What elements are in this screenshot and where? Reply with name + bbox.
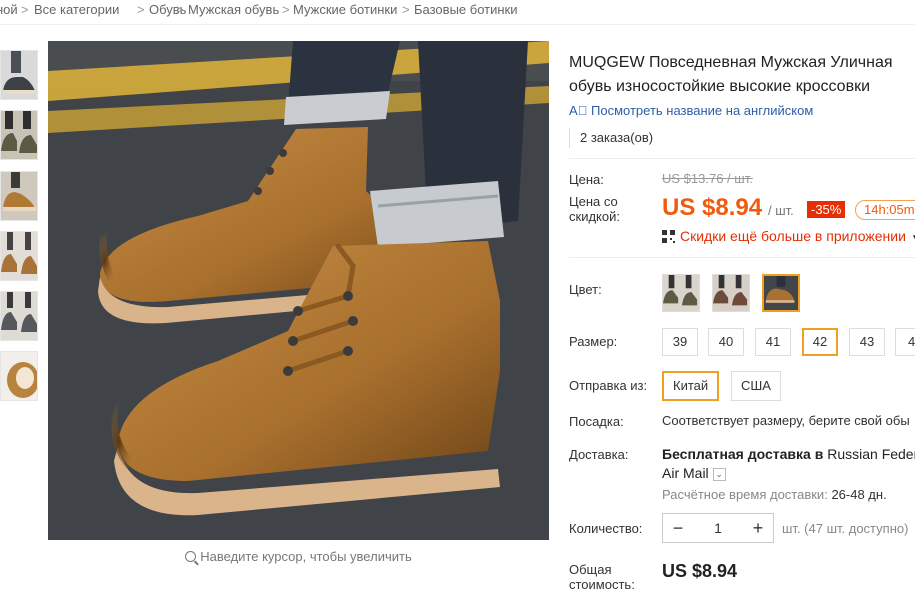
price-label: Цена: [569,172,604,187]
main-product-image[interactable] [48,41,549,540]
size-option-40[interactable]: 40 [708,328,744,356]
breadcrumb-item-mens-boots[interactable]: Мужские ботинки [293,2,397,17]
fit-label: Посадка: [569,414,624,429]
magnifier-icon [185,551,197,562]
deal-timer: 14h:05m [855,200,915,220]
current-price: US $8.94 [662,194,763,221]
thumbnail-1[interactable] [0,50,38,100]
free-shipping-text: Бесплатная доставка в [662,446,824,462]
stock-available: шт. (47 шт. доступно) [782,521,909,536]
divider [569,158,915,159]
color-swatch-3-selected[interactable] [762,274,800,312]
divider [569,257,915,258]
app-deal-text: Скидки ещё больше в приложении [680,228,906,244]
quantity-increase-button[interactable]: + [743,514,773,542]
breadcrumb-item-all-categories[interactable]: Все категории [34,2,119,17]
old-price: US $13.76 / шт. [662,171,753,186]
orders-count: 2 заказа(ов) [569,128,653,148]
chevron-down-icon[interactable]: ⌄ [712,467,726,481]
discount-price-label: Цена со скидкой: [569,194,620,224]
product-info-panel: MUQGEW Повседневная Мужская Уличная обув… [569,0,915,609]
translate-icon: A⃕ [569,103,588,118]
thumbnail-2[interactable] [0,110,38,160]
size-label: Размер: [569,334,618,349]
breadcrumb-item-home[interactable]: ной [0,2,18,17]
thumbnail-5[interactable] [0,291,38,341]
thumbnail-4[interactable] [0,231,38,281]
size-option-39[interactable]: 39 [662,328,698,356]
size-option-41[interactable]: 41 [755,328,791,356]
quantity-stepper: − 1 + [662,513,774,543]
quantity-input[interactable]: 1 [693,514,743,542]
breadcrumb-separator: > [137,2,145,17]
thumbnail-6[interactable] [0,351,38,401]
ship-from-china-selected[interactable]: Китай [662,371,720,401]
size-option-43[interactable]: 43 [849,328,885,356]
breadcrumb-separator: > [282,2,290,17]
total-label: Общая стоимость: [569,562,635,592]
qr-code-icon [662,230,675,243]
translate-link-text: Посмотреть название на английском [591,103,814,118]
breadcrumb-separator: > [176,2,184,17]
zoom-hint-text: Наведите курсор, чтобы увеличить [200,549,412,564]
thumbnail-3[interactable] [0,171,38,221]
translate-title-link[interactable]: A⃕ Посмотреть название на английском [569,103,813,118]
app-deal-link[interactable]: Скидки ещё больше в приложении ▼ [662,228,915,244]
breadcrumb-separator: > [402,2,410,17]
fit-value: Соответствует размеру, берите свой обы [662,413,910,428]
delivery-estimate-value: 26-48 дн. [831,487,887,502]
chevron-down-icon: ▼ [911,233,915,244]
total-price: US $8.94 [662,561,738,581]
delivery-info: Бесплатная доставка в Russian Federa Air… [662,445,915,483]
quantity-decrease-button[interactable]: − [663,514,693,542]
color-swatch-1[interactable] [662,274,700,312]
delivery-country-link[interactable]: Russian Federa [827,446,915,462]
breadcrumb-item-basic-boots[interactable]: Базовые ботинки [414,2,518,17]
zoom-hint: Наведите курсор, чтобы увеличить [48,549,549,564]
quantity-label: Количество: [569,521,643,536]
ship-from-label: Отправка из: [569,378,648,393]
color-label: Цвет: [569,282,602,297]
shipping-carrier[interactable]: Air Mail [662,465,709,481]
discount-badge: -35% [807,201,846,218]
breadcrumb-item-mens-shoes[interactable]: Мужская обувь [188,2,279,17]
size-option-more[interactable]: 4 [895,328,915,356]
price-unit: / шт. [768,203,794,218]
color-swatch-2[interactable] [712,274,750,312]
delivery-estimate: Расчётное время доставки: 26-48 дн. [662,487,887,502]
delivery-estimate-label: Расчётное время доставки: [662,487,828,502]
ship-from-usa[interactable]: США [731,371,781,401]
size-option-42-selected[interactable]: 42 [802,328,838,356]
product-title: MUQGEW Повседневная Мужская Уличная обув… [569,54,893,95]
breadcrumb-separator: > [21,2,29,17]
delivery-label: Доставка: [569,447,629,462]
